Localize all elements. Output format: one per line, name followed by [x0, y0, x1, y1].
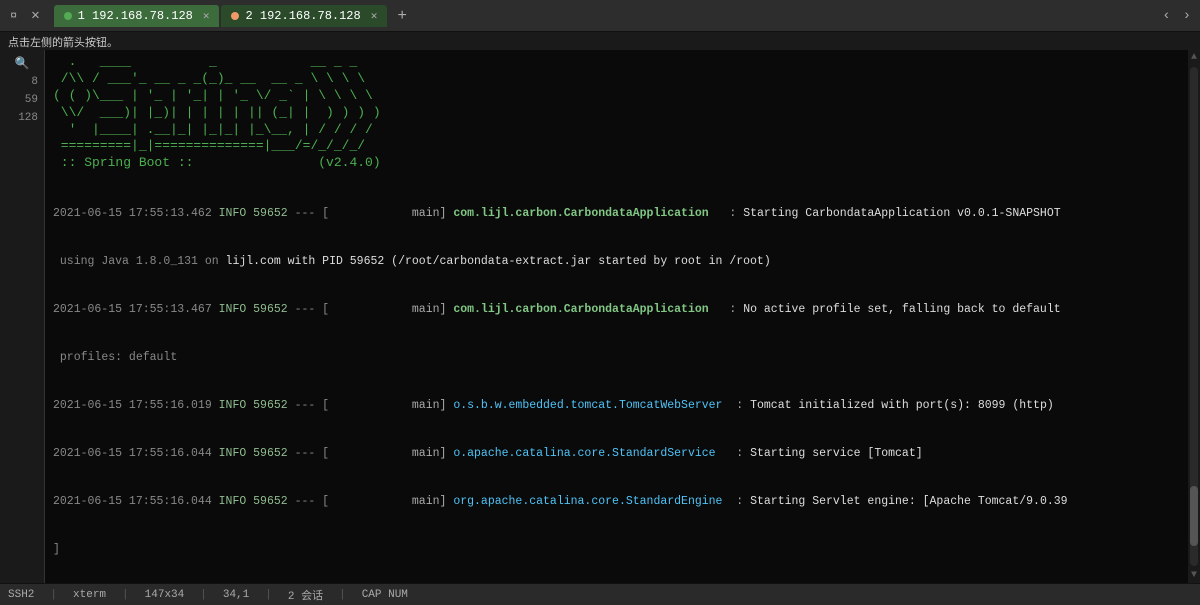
sessions-label: 2 会话 — [288, 587, 323, 603]
sidebar-num-1: 8 — [0, 73, 44, 91]
status-term: xterm — [73, 589, 106, 601]
tab-dot-1 — [64, 12, 72, 20]
tab-2[interactable]: 2 192.168.78.128 ✕ — [221, 5, 387, 27]
tab-1[interactable]: 1 192.168.78.128 ✕ — [54, 5, 220, 27]
tab-dot-2 — [231, 12, 239, 20]
log-area: 2021-06-15 17:55:13.462 INFO 59652 --- [… — [53, 174, 1184, 583]
pin-button[interactable]: ¤ — [4, 7, 23, 25]
terminal-content[interactable]: . ____ _ __ _ _ /\\ / ___'_ __ _ _(_)_ _… — [45, 50, 1188, 583]
status-ssh: SSH2 — [8, 589, 34, 601]
log-line-7: 2021-06-15 17:55:16.044 INFO 59652 --- [… — [53, 494, 1184, 510]
status-sep-1: | — [50, 589, 57, 601]
log-line-8: ] — [53, 542, 1184, 558]
status-size: 147x34 — [145, 589, 185, 601]
close-button[interactable]: ✕ — [25, 5, 45, 26]
log-line-6: 2021-06-15 17:55:16.044 INFO 59652 --- [… — [53, 446, 1184, 462]
pos-label: 34,1 — [223, 589, 249, 601]
status-sep-2: | — [122, 589, 129, 601]
log-line-5: 2021-06-15 17:55:16.019 INFO 59652 --- [… — [53, 398, 1184, 414]
scroll-thumb[interactable] — [1190, 486, 1198, 546]
tab-2-close[interactable]: ✕ — [371, 9, 378, 23]
tab-1-close[interactable]: ✕ — [203, 9, 210, 23]
scroll-track[interactable] — [1190, 67, 1198, 566]
status-sep-3: | — [200, 589, 207, 601]
terminal-container: 🔍 8 59 128 . ____ _ __ _ _ /\\ / ___'_ _… — [0, 50, 1200, 583]
scroll-down-button[interactable]: ▼ — [1189, 568, 1199, 583]
nav-right-button[interactable]: › — [1178, 6, 1196, 26]
status-cap: CAP NUM — [362, 589, 408, 601]
right-scrollbar[interactable]: ▲ ▼ — [1188, 50, 1200, 583]
status-bar: SSH2 | xterm | 147x34 | 34,1 | 2 会话 | CA… — [0, 583, 1200, 605]
hint-bar: 点击左侧的箭头按钮。 — [0, 32, 1200, 50]
hint-text: 点击左侧的箭头按钮。 — [8, 38, 118, 50]
log-line-1: 2021-06-15 17:55:13.462 INFO 59652 --- [… — [53, 206, 1184, 222]
spring-ascii-art: . ____ _ __ _ _ /\\ / ___'_ __ _ _(_)_ _… — [53, 54, 1184, 172]
log-line-4: profiles: default — [53, 350, 1184, 366]
nav-left-button[interactable]: ‹ — [1157, 6, 1175, 26]
top-bar: ¤ ✕ 1 192.168.78.128 ✕ 2 192.168.78.128 … — [0, 0, 1200, 32]
status-sep-5: | — [339, 589, 346, 601]
tab-1-label: 1 192.168.78.128 — [78, 9, 193, 23]
add-tab-button[interactable]: + — [389, 7, 415, 25]
left-sidebar: 🔍 8 59 128 — [0, 50, 45, 583]
sidebar-num-2: 59 — [0, 91, 44, 109]
status-sep-4: | — [265, 589, 272, 601]
log-line-3: 2021-06-15 17:55:13.467 INFO 59652 --- [… — [53, 302, 1184, 318]
size-label: 147x34 — [145, 589, 185, 601]
status-sessions: 2 会话 — [288, 587, 323, 603]
status-pos: 34,1 — [223, 589, 249, 601]
cap-label: CAP NUM — [362, 589, 408, 601]
scroll-up-button[interactable]: ▲ — [1189, 50, 1199, 65]
log-line-2: using Java 1.8.0_131 on lijl.com with PI… — [53, 254, 1184, 270]
sidebar-num-3: 128 — [0, 109, 44, 127]
term-label: xterm — [73, 589, 106, 601]
sidebar-search[interactable]: 🔍 — [0, 54, 44, 73]
tab-2-label: 2 192.168.78.128 — [245, 9, 360, 23]
nav-arrows: ‹ › — [1157, 6, 1196, 26]
ssh-label: SSH2 — [8, 589, 34, 601]
